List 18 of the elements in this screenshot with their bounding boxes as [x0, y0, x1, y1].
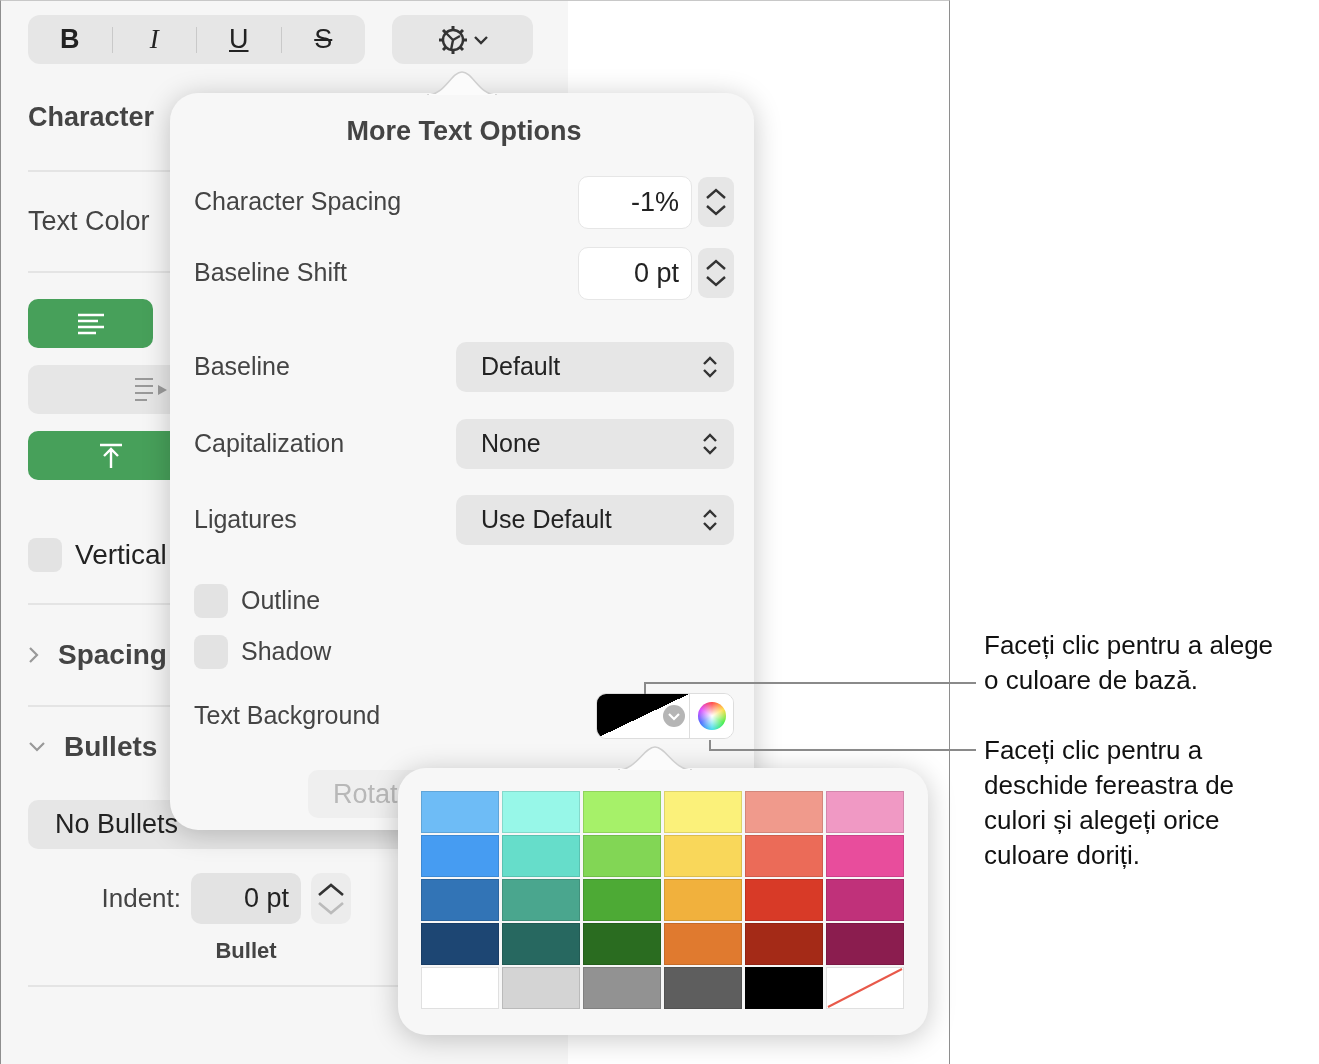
- option-label: Baseline Shift: [194, 257, 347, 289]
- option-label: Baseline: [194, 351, 290, 383]
- option-label: Text Background: [194, 700, 381, 732]
- popover-title: More Text Options: [345, 115, 583, 148]
- option-label: Capitalization: [194, 428, 345, 460]
- callout-text: Faceți clic pentru a deschide fereastra de culori și alegeți orice culoare doriți.: [984, 734, 1235, 872]
- section-label: Text Color: [28, 205, 150, 239]
- callout-text: Faceți clic pentru a alege o culoare de bază.: [984, 629, 1274, 697]
- section-label: Character: [28, 100, 155, 134]
- section-title: Bullets: [64, 730, 158, 764]
- indent-label: Indent:: [100, 882, 182, 915]
- section-title: Spacing: [58, 638, 167, 672]
- field-caption: Bullet: [214, 937, 278, 965]
- checkbox-label: Vertical: [75, 537, 167, 572]
- checkbox-label: Shadow: [241, 636, 332, 668]
- checkbox-label: Outline: [241, 585, 321, 617]
- option-label: Character Spacing: [194, 186, 402, 218]
- option-label: Ligatures: [194, 504, 297, 536]
